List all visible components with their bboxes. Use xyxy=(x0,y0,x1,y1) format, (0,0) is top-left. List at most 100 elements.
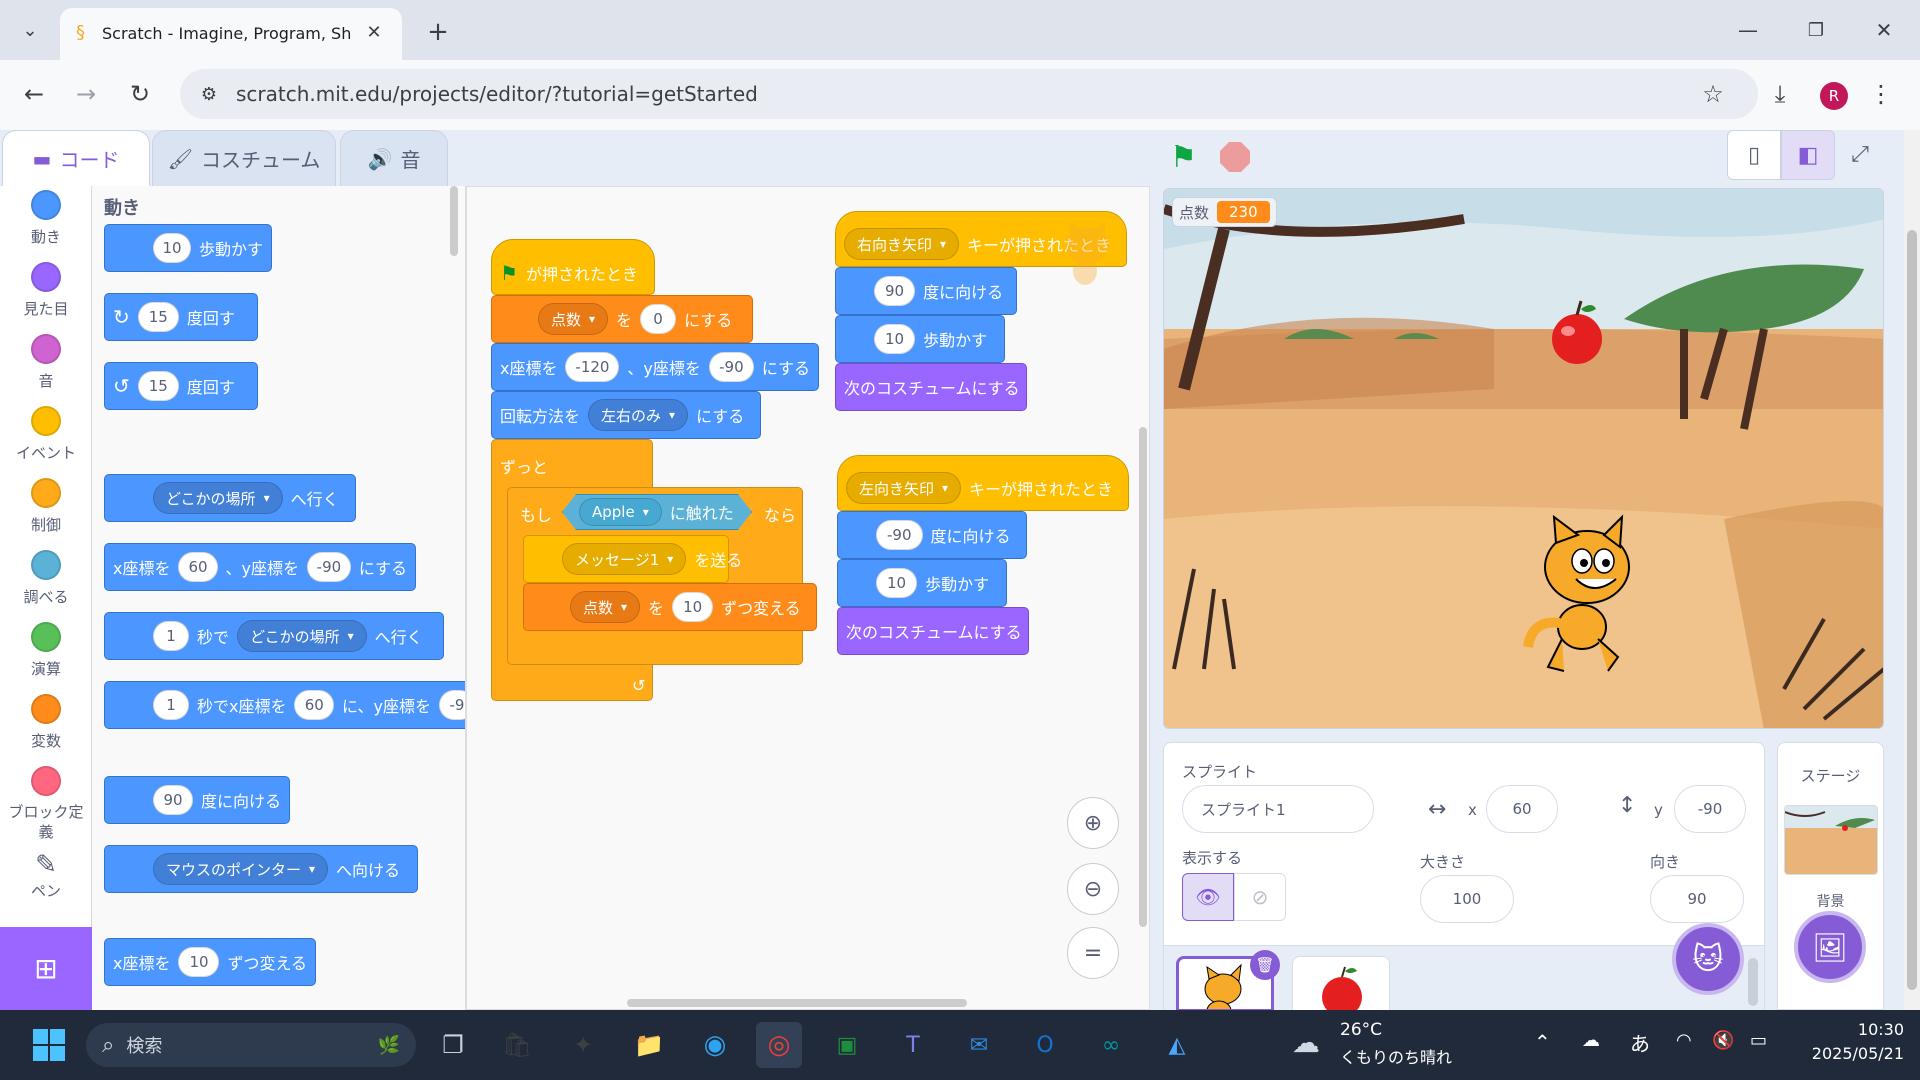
block-move-10-right[interactable]: 10 歩動かす xyxy=(835,315,1005,363)
weather-temp[interactable]: 26°C xyxy=(1340,1020,1382,1040)
block-glide-xy[interactable]: 1 秒でx座標を 60 に、y座標を -9 xyxy=(104,681,465,729)
glidexy-y-input[interactable]: -9 xyxy=(439,690,465,720)
weather-icon[interactable]: ☁ xyxy=(1292,1026,1334,1062)
change-variable-input[interactable]: 10 xyxy=(672,592,714,622)
point-direction-input[interactable]: 90 xyxy=(153,785,193,815)
block-point-towards[interactable]: マウスのポインターへ向ける xyxy=(104,845,418,893)
sprite-y-input[interactable]: -90 xyxy=(1674,785,1746,833)
palette-scrollbar[interactable] xyxy=(450,186,458,256)
code-workspace[interactable]: ⚑が押されたとき 点数を0にする x座標を-120、y座標を-90にする 回転方… xyxy=(466,186,1150,1010)
add-backdrop-button[interactable]: 🖼 xyxy=(1794,911,1866,983)
category-control[interactable]: 制御 xyxy=(0,474,92,546)
change-x-input[interactable]: 10 xyxy=(178,947,220,977)
backdrop-thumbnail[interactable] xyxy=(1784,805,1878,875)
block-set-variable[interactable]: 点数を0にする xyxy=(491,295,753,343)
category-looks[interactable]: 見た目 xyxy=(0,258,92,330)
address-bar[interactable]: ⚙ scratch.mit.edu/projects/editor/?tutor… xyxy=(180,69,1758,119)
move-right-input[interactable]: 10 xyxy=(874,324,916,354)
delete-sprite-button[interactable]: 🗑 xyxy=(1250,950,1280,980)
block-when-flag-clicked[interactable]: ⚑ が押されたとき xyxy=(491,239,655,295)
new-tab-icon[interactable]: + xyxy=(420,14,456,50)
outlook-new-icon[interactable]: ✉ xyxy=(956,1022,1002,1068)
block-point-direction[interactable]: 90 度に向ける xyxy=(104,776,290,824)
add-sprite-button[interactable]: 🐱 xyxy=(1672,923,1744,995)
clock-date[interactable]: 2025/05/21 xyxy=(1794,1044,1904,1063)
block-move-steps[interactable]: 10 歩動かす xyxy=(104,224,272,272)
touching-dropdown[interactable]: Apple xyxy=(579,498,662,526)
volume-muted-icon[interactable]: 🔇 xyxy=(1712,1030,1738,1056)
minimize-icon[interactable]: — xyxy=(1728,12,1768,48)
wifi-icon[interactable]: ◠ xyxy=(1676,1030,1702,1056)
rotation-style-dropdown[interactable]: 左右のみ xyxy=(588,399,689,431)
small-stage-button[interactable]: ▯ xyxy=(1727,130,1781,180)
back-icon[interactable]: ← xyxy=(14,76,54,112)
tray-chevron-icon[interactable]: ⌃ xyxy=(1534,1030,1560,1056)
stage-canvas[interactable]: 点数 230 xyxy=(1163,188,1884,729)
download-icon[interactable]: ⤓ xyxy=(1762,76,1798,112)
close-tab-icon[interactable]: ✕ xyxy=(360,18,388,46)
category-events[interactable]: イベント xyxy=(0,402,92,474)
block-change-variable[interactable]: 点数を10ずつ変える xyxy=(523,583,817,631)
block-glide[interactable]: 1秒でどこかの場所へ行く xyxy=(104,612,444,660)
sprite-direction-input[interactable]: 90 xyxy=(1650,875,1744,923)
move-steps-input[interactable]: 10 xyxy=(153,233,191,263)
point-90-input[interactable]: 90 xyxy=(874,276,916,306)
copilot-icon[interactable]: ✦ xyxy=(560,1022,606,1068)
show-sprite-button[interactable]: 👁 xyxy=(1182,873,1234,921)
tab-sounds[interactable]: 🔊 音 xyxy=(340,130,448,186)
zoom-in-button[interactable]: ⊕ xyxy=(1067,797,1119,849)
clock-time[interactable]: 10:30 xyxy=(1804,1020,1904,1039)
move-left-input[interactable]: 10 xyxy=(876,568,918,598)
sprite-name-input[interactable]: スプライト1 xyxy=(1182,785,1374,833)
turn-right-input[interactable]: 15 xyxy=(137,302,179,332)
block-when-key-left[interactable]: 左向き矢印キーが押されたとき xyxy=(837,455,1129,511)
bookmark-star-icon[interactable]: ☆ xyxy=(1696,77,1730,111)
point-neg90-input[interactable]: -90 xyxy=(876,520,923,550)
stop-button[interactable] xyxy=(1220,142,1250,172)
file-explorer-icon[interactable]: 📁 xyxy=(626,1022,672,1068)
block-touching[interactable]: Appleに触れた xyxy=(562,494,752,530)
large-stage-button[interactable]: ◧ xyxy=(1781,130,1835,180)
category-motion[interactable]: 動き xyxy=(0,186,92,258)
tab-costumes[interactable]: 🖌 コスチューム xyxy=(152,130,336,186)
sprite-thumb-apple[interactable] xyxy=(1292,956,1390,1012)
block-goto-xy-script[interactable]: x座標を -120 、y座標を -90 にする xyxy=(491,343,819,391)
towards-dropdown[interactable]: マウスのポインター xyxy=(153,853,329,885)
block-next-costume-left[interactable]: 次のコスチュームにする xyxy=(837,607,1029,655)
block-turn-right[interactable]: ↻ 15 度回す xyxy=(104,293,258,341)
turn-left-input[interactable]: 15 xyxy=(137,371,179,401)
taskbar-search[interactable]: ⌕ 検索 🌿 xyxy=(86,1023,416,1067)
fullscreen-button[interactable]: ⤢ xyxy=(1840,134,1880,174)
goto-x-input[interactable]: 60 xyxy=(178,552,218,582)
teams-icon[interactable]: T xyxy=(890,1022,936,1068)
goto-dropdown[interactable]: どこかの場所 xyxy=(153,482,283,514)
battery-icon[interactable]: ▭ xyxy=(1750,1030,1776,1056)
outlook-icon[interactable]: O xyxy=(1022,1022,1068,1068)
goto-y-input[interactable]: -90 xyxy=(306,552,351,582)
category-operators[interactable]: 演算 xyxy=(0,618,92,690)
block-broadcast[interactable]: メッセージ1を送る xyxy=(523,535,742,583)
glidexy-secs-input[interactable]: 1 xyxy=(153,690,189,720)
sprite-x-input[interactable]: 60 xyxy=(1486,785,1558,833)
green-flag-button[interactable]: ⚑ xyxy=(1170,140,1204,175)
block-set-rotation-style[interactable]: 回転方法を左右のみにする xyxy=(491,391,761,439)
workspace-h-scrollbar[interactable] xyxy=(627,999,967,1007)
forward-icon[interactable]: → xyxy=(66,76,106,112)
glidexy-x-input[interactable]: 60 xyxy=(294,690,334,720)
script-y-input[interactable]: -90 xyxy=(708,352,754,382)
category-pen[interactable]: ✎ ペン xyxy=(0,850,92,922)
tab-code[interactable]: ▬ コード xyxy=(2,130,150,186)
change-variable-dropdown[interactable]: 点数 xyxy=(570,591,641,623)
key-left-dropdown[interactable]: 左向き矢印 xyxy=(846,472,962,504)
stage-target-panel[interactable]: ステージ 背景 🖼 xyxy=(1777,742,1884,1010)
workspace-v-scrollbar[interactable] xyxy=(1139,427,1147,927)
block-change-x[interactable]: x座標を 10 ずつ変える xyxy=(104,938,316,986)
weather-text[interactable]: くもりのち晴れ xyxy=(1340,1044,1452,1068)
onedrive-icon[interactable]: ☁ xyxy=(1582,1030,1608,1056)
restore-icon[interactable]: ❐ xyxy=(1796,12,1836,48)
category-sensing[interactable]: 調べる xyxy=(0,546,92,618)
zoom-out-button[interactable]: ⊖ xyxy=(1067,863,1119,915)
hide-sprite-button[interactable]: ⊘ xyxy=(1234,873,1286,921)
category-variables[interactable]: 変数 xyxy=(0,690,92,762)
block-point-neg90[interactable]: -90 度に向ける xyxy=(837,511,1027,559)
